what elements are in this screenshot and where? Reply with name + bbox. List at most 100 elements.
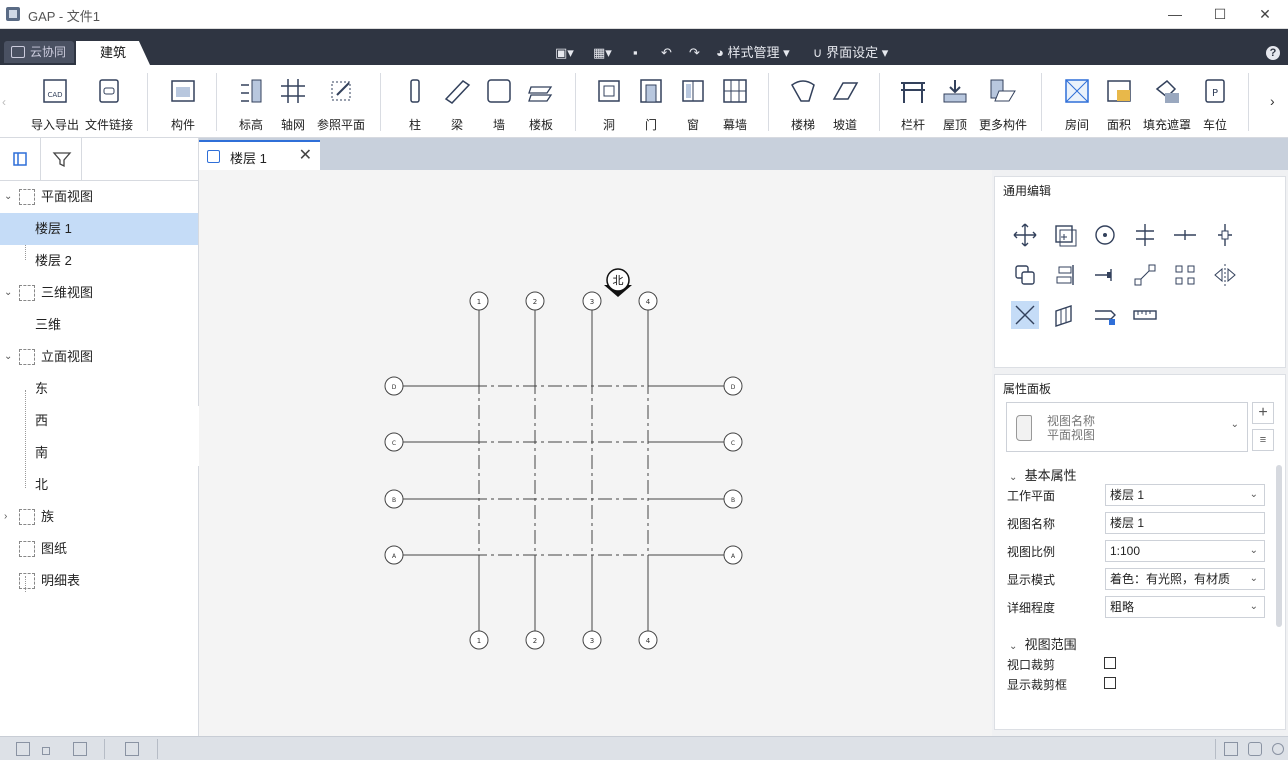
ribbon-button-file-link[interactable]: 文件链接	[81, 71, 137, 135]
tree-item[interactable]: 东	[0, 373, 198, 405]
layout-grid-icon[interactable]	[16, 742, 30, 756]
align-icon[interactable]	[1131, 221, 1159, 249]
ribbon-button-area[interactable]: 面积	[1099, 71, 1139, 135]
more-components-icon	[989, 77, 1017, 105]
tree-item[interactable]: 楼层 1	[0, 213, 198, 245]
extend-icon[interactable]	[1051, 301, 1079, 329]
edit-type-button[interactable]: ≡	[1252, 429, 1274, 451]
filter-button[interactable]	[41, 138, 82, 180]
attach-icon[interactable]	[1091, 301, 1119, 329]
axis-grid-drawing[interactable]: 11223344D DC CB BA A北	[199, 170, 992, 736]
ribbon-scroll-right-icon[interactable]: ›	[1270, 93, 1275, 109]
undo-icon[interactable]: ↶	[661, 43, 672, 63]
table-icon[interactable]	[125, 742, 139, 756]
offset-icon[interactable]	[1211, 221, 1239, 249]
target-icon[interactable]	[1272, 743, 1284, 755]
ribbon-button-wall[interactable]: 墙	[479, 71, 519, 135]
chevron-right-icon[interactable]: ›	[4, 501, 14, 533]
tree-item[interactable]: ⌄ 三维视图	[0, 277, 198, 309]
ribbon-button-room[interactable]: 房间	[1057, 71, 1097, 135]
help-icon[interactable]: ?	[1266, 46, 1280, 60]
tree-item[interactable]: 西	[0, 405, 198, 437]
split-icon[interactable]	[1171, 221, 1199, 249]
type-selector[interactable]: 视图名称 平面视图 ⌄	[1006, 402, 1248, 452]
property-dropdown[interactable]: 着色：有光照，有材质 ⌄	[1105, 568, 1265, 590]
ribbon-button-fill-mask[interactable]: 填充遮罩	[1139, 71, 1195, 135]
tree-item[interactable]: ⌄ 平面视图	[0, 181, 198, 213]
ribbon-button-stairs[interactable]: 楼梯	[783, 71, 823, 135]
new-file-icon[interactable]: ▣▾	[555, 43, 574, 63]
reference-plane-icon	[327, 77, 355, 105]
ribbon-button-reference-plane[interactable]: 参照平面	[313, 71, 369, 135]
tree-item[interactable]: 楼层 2	[0, 245, 198, 277]
tab-cloud-collab[interactable]: 云协同	[4, 41, 75, 63]
ribbon-button-roof[interactable]: 屋顶	[935, 71, 975, 135]
ribbon-button-slab[interactable]: 楼板	[519, 71, 563, 135]
tree-item[interactable]: › 族	[0, 501, 198, 533]
ribbon-button-column[interactable]: 柱	[395, 71, 435, 135]
move-icon[interactable]	[1011, 221, 1039, 249]
view-settings-icon[interactable]	[1224, 742, 1238, 756]
checkbox[interactable]	[1104, 657, 1116, 669]
close-button[interactable]: ✕	[1250, 4, 1280, 24]
cylinder-icon[interactable]	[1248, 742, 1262, 756]
ribbon-button-railing[interactable]: 栏杆	[893, 71, 933, 135]
tab-floor-1[interactable]: 楼层 1 ✕	[199, 140, 320, 170]
ribbon-button-opening[interactable]: 洞	[589, 71, 629, 135]
ribbon-button-curtain-wall[interactable]: 幕墙	[715, 71, 755, 135]
chevron-down-icon[interactable]: ⌄	[4, 181, 14, 213]
chevron-down-icon[interactable]: ⌄	[4, 277, 14, 309]
redo-icon[interactable]: ↷	[689, 43, 700, 63]
measure-icon[interactable]	[1131, 301, 1159, 329]
tree-item[interactable]: 图纸	[0, 533, 198, 565]
copy-icon[interactable]	[1051, 221, 1079, 249]
chevron-down-icon[interactable]: ⌄	[4, 341, 14, 373]
mirror-icon[interactable]	[1211, 261, 1239, 289]
delete-icon[interactable]	[1011, 301, 1039, 329]
ribbon-button-axis-grid[interactable]: 轴网	[273, 71, 313, 135]
duplicate-icon[interactable]	[1011, 261, 1039, 289]
save-icon[interactable]: ▪	[633, 43, 638, 63]
checkbox[interactable]	[1104, 677, 1116, 689]
property-dropdown[interactable]: 粗略 ⌄	[1105, 596, 1265, 618]
rotate-icon[interactable]	[1091, 221, 1119, 249]
scale-icon[interactable]	[1131, 261, 1159, 289]
tab-architecture[interactable]: 建筑	[76, 41, 150, 65]
tree-view-button[interactable]	[0, 138, 41, 180]
array-icon[interactable]	[1051, 261, 1079, 289]
tree-item[interactable]: 明细表	[0, 565, 198, 597]
close-tab-icon[interactable]: ✕	[299, 145, 312, 165]
tile-view-icon[interactable]	[73, 742, 87, 756]
property-input[interactable]: 楼层 1	[1105, 512, 1265, 534]
ribbon-button-ramp[interactable]: 坡道	[825, 71, 865, 135]
property-dropdown[interactable]: 1:100 ⌄	[1105, 540, 1265, 562]
ui-settings-menu[interactable]: ∪ 界面设定 ▾	[813, 43, 888, 63]
property-dropdown[interactable]: 楼层 1 ⌄	[1105, 484, 1265, 506]
basic-properties-header[interactable]: ⌄ 基本属性	[1009, 465, 1077, 484]
drawing-canvas[interactable]: 11223344DDCCBBAA北	[199, 170, 992, 736]
tree-item[interactable]: 南	[0, 437, 198, 469]
add-type-button[interactable]: +	[1252, 402, 1274, 424]
trim-icon[interactable]	[1091, 261, 1119, 289]
ribbon-button-component[interactable]: 构件	[163, 71, 203, 135]
open-file-icon[interactable]: ▦▾	[593, 43, 612, 63]
maximize-button[interactable]: ☐	[1205, 4, 1235, 24]
properties-scrollbar[interactable]	[1276, 465, 1282, 627]
ribbon-button-door[interactable]: 门	[631, 71, 671, 135]
tree-item[interactable]: 三维	[0, 309, 198, 341]
ribbon-button-more-components[interactable]: 更多构件	[975, 71, 1031, 135]
tree-item[interactable]: 北	[0, 469, 198, 501]
small-square-icon[interactable]	[42, 747, 50, 755]
view-range-header[interactable]: ⌄ 视图范围	[1009, 634, 1077, 653]
ribbon-button-window[interactable]: 窗	[673, 71, 713, 135]
chevron-down-icon: ⌄	[1009, 641, 1018, 652]
style-manage-menu[interactable]: ◕ 样式管理 ▾	[716, 43, 790, 63]
ribbon-scroll-left-icon[interactable]: ‹	[2, 95, 6, 109]
tree-item[interactable]: ⌄ 立面视图	[0, 341, 198, 373]
ribbon-button-cad-import[interactable]: CAD 导入导出	[27, 71, 83, 135]
ribbon-button-level[interactable]: 标高	[231, 71, 271, 135]
ribbon-button-parking[interactable]: P 车位	[1195, 71, 1235, 135]
minimize-button[interactable]: —	[1160, 4, 1190, 24]
pattern-icon[interactable]	[1171, 261, 1199, 289]
ribbon-button-beam[interactable]: 梁	[437, 71, 477, 135]
